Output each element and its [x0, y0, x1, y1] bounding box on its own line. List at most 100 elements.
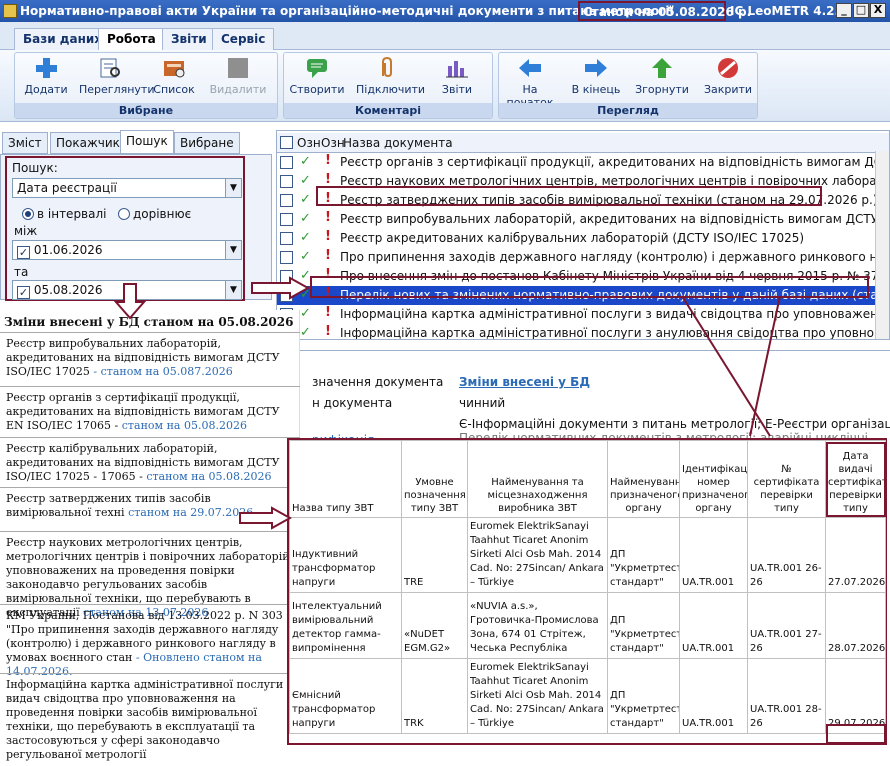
select-all-checkbox[interactable]: [280, 136, 293, 149]
view-button[interactable]: Переглянути: [79, 56, 154, 96]
document-title: Про припинення заходів державного нагляд…: [340, 250, 890, 264]
to-end-button[interactable]: В кінець: [565, 56, 627, 96]
change-date-link[interactable]: станом на 05.08.2026: [122, 419, 247, 432]
row-checkbox[interactable]: [280, 232, 293, 245]
date-to-checkbox[interactable]: ✓: [17, 286, 30, 299]
to-start-button[interactable]: На початок: [499, 56, 561, 109]
add-button[interactable]: Додати: [15, 56, 77, 96]
check-mark-icon: ✓: [300, 249, 311, 264]
column-mark-2[interactable]: Озн: [321, 136, 345, 150]
calendar-dropdown-icon[interactable]: ▼: [225, 281, 241, 299]
maximize-button[interactable]: □: [853, 3, 869, 18]
document-row[interactable]: ✓! Реєстр випробувальних лабораторій, акр…: [277, 210, 889, 229]
delete-button[interactable]: Видалити: [207, 56, 269, 96]
search-field-select[interactable]: Дата реєстрації ▼: [12, 178, 242, 198]
date-from-checkbox[interactable]: ✓: [17, 246, 30, 259]
row-checkbox[interactable]: [280, 251, 293, 264]
close-view-label: Закрити: [703, 83, 753, 96]
collapse-button[interactable]: Згорнути: [631, 56, 693, 96]
row-checkbox[interactable]: [280, 156, 293, 169]
change-date-link[interactable]: - станом на 05.087.2026: [93, 365, 232, 378]
exclamation-icon: !: [325, 248, 331, 263]
row-checkbox[interactable]: [280, 194, 293, 207]
chart-icon: [446, 61, 468, 78]
table-cell: 27.07.2026: [825, 517, 886, 593]
table-cell: Інтелектуальний вимірювальний детектор г…: [289, 592, 402, 659]
change-entry: Реєстр калібрувальних лабораторій, акред…: [0, 437, 300, 488]
arrow-right-icon: [239, 506, 292, 530]
tab-favorites[interactable]: Вибране: [174, 132, 240, 154]
column-header: Ідентифікаційний номер призначеного орга…: [679, 440, 748, 518]
change-date-link[interactable]: станом на 29.07.2026: [128, 506, 253, 519]
date-from-field[interactable]: ✓ 01.06.2026 ▼: [12, 240, 242, 260]
table-cell: Індуктивний трансформатор напруги: [289, 517, 402, 593]
certificate-header-row: Назва типу ЗВТ Умовне позначення типу ЗВТ…: [289, 440, 886, 518]
comment-reports-button[interactable]: Звіти: [426, 56, 488, 96]
table-cell: TRE: [401, 517, 468, 593]
tab-index[interactable]: Покажчик: [50, 132, 126, 154]
exclamation-icon: !: [325, 305, 331, 320]
date-to-value: 05.08.2026: [33, 283, 103, 297]
group-view: На початок В кінець Згорнути Закрити Пер…: [498, 52, 758, 119]
close-view-button[interactable]: Закрити: [697, 56, 759, 96]
check-mark-icon: ✓: [300, 192, 311, 207]
table-cell: Ємнісний трансформатор напруги: [289, 658, 402, 734]
column-header: Умовне позначення типу ЗВТ: [401, 440, 468, 518]
certificate-grid: Назва типу ЗВТ Умовне позначення типу ЗВТ…: [289, 440, 886, 734]
vertical-scrollbar[interactable]: [875, 151, 889, 339]
check-mark-icon: ✓: [300, 230, 311, 245]
close-button[interactable]: X: [870, 3, 886, 18]
row-checkbox[interactable]: [280, 213, 293, 226]
left-tabs: Зміст Покажчик Пошук Вибране: [0, 130, 272, 154]
paperclip-icon: [382, 56, 392, 78]
detail-name-link[interactable]: Зміни внесені у БД: [459, 375, 590, 389]
row-checkbox[interactable]: [280, 175, 293, 188]
delete-label: Видалити: [209, 83, 267, 96]
document-row[interactable]: ✓! Реєстр органів з сертифікації продукці…: [277, 153, 889, 172]
document-row[interactable]: ✓! Про припинення заходів державного нагл…: [277, 248, 889, 267]
change-date-link[interactable]: станом на 05.08.2026: [146, 470, 271, 483]
document-title: Реєстр органів з сертифікації продукції,…: [340, 155, 890, 169]
dropdown-arrow-icon[interactable]: ▼: [225, 179, 241, 197]
table-cell: 28.07.2026: [825, 592, 886, 659]
tab-work[interactable]: Робота: [98, 28, 165, 50]
group-title-favorites: Вибране: [15, 103, 277, 118]
column-mark-1[interactable]: Озн: [297, 136, 321, 150]
calendar-dropdown-icon[interactable]: ▼: [225, 241, 241, 259]
radio-interval[interactable]: [22, 208, 34, 220]
minimize-button[interactable]: _: [836, 3, 852, 18]
table-cell: UA.TR.001: [679, 658, 748, 734]
document-title: Інформаційна картка адміністративної пос…: [340, 326, 890, 340]
check-mark-icon: ✓: [300, 211, 311, 226]
check-mark-icon: ✓: [300, 306, 311, 321]
column-header: Назва типу ЗВТ: [289, 440, 402, 518]
group-title-comments: Коментарі: [284, 103, 492, 118]
collapse-label: Згорнути: [635, 83, 689, 96]
column-document-name[interactable]: Назва документа: [343, 136, 453, 150]
ribbon: Додати Переглянути Список Видалити Вибра…: [0, 50, 890, 122]
highlight-last-date: [826, 724, 886, 744]
group-favorites: Додати Переглянути Список Видалити Вибра…: [14, 52, 278, 119]
radio-equal-label: дорівнює: [132, 207, 192, 221]
exclamation-icon: !: [325, 229, 331, 244]
create-button[interactable]: Створити: [286, 56, 348, 96]
to-end-label: В кінець: [571, 83, 621, 96]
arrow-left-icon: [519, 59, 541, 77]
list-label: Список: [153, 83, 195, 96]
change-entry: Реєстр випробувальних лабораторій, акред…: [0, 332, 300, 383]
tab-service[interactable]: Сервіс: [212, 28, 275, 50]
tab-search[interactable]: Пошук: [120, 130, 174, 154]
arrow-right-icon: [251, 276, 310, 300]
tab-contents[interactable]: Зміст: [2, 132, 48, 154]
group-comments: Створити Підключити Звіти Коментарі: [283, 52, 493, 119]
document-row[interactable]: ✓! Реєстр акредитованих калібрувальних ла…: [277, 229, 877, 248]
table-cell: ДП "Укрметртест стандарт": [607, 517, 680, 593]
attach-button[interactable]: Підключити: [356, 56, 425, 96]
tab-databases[interactable]: Бази даних: [14, 28, 112, 50]
radio-equal[interactable]: [117, 208, 130, 220]
tab-reports[interactable]: Звіти: [162, 28, 216, 50]
table-cell: «NuDET EGM.G2»: [401, 592, 468, 659]
list-button[interactable]: Список: [143, 56, 205, 96]
stamp-frame: [578, 1, 726, 21]
delete-icon: [228, 58, 248, 78]
